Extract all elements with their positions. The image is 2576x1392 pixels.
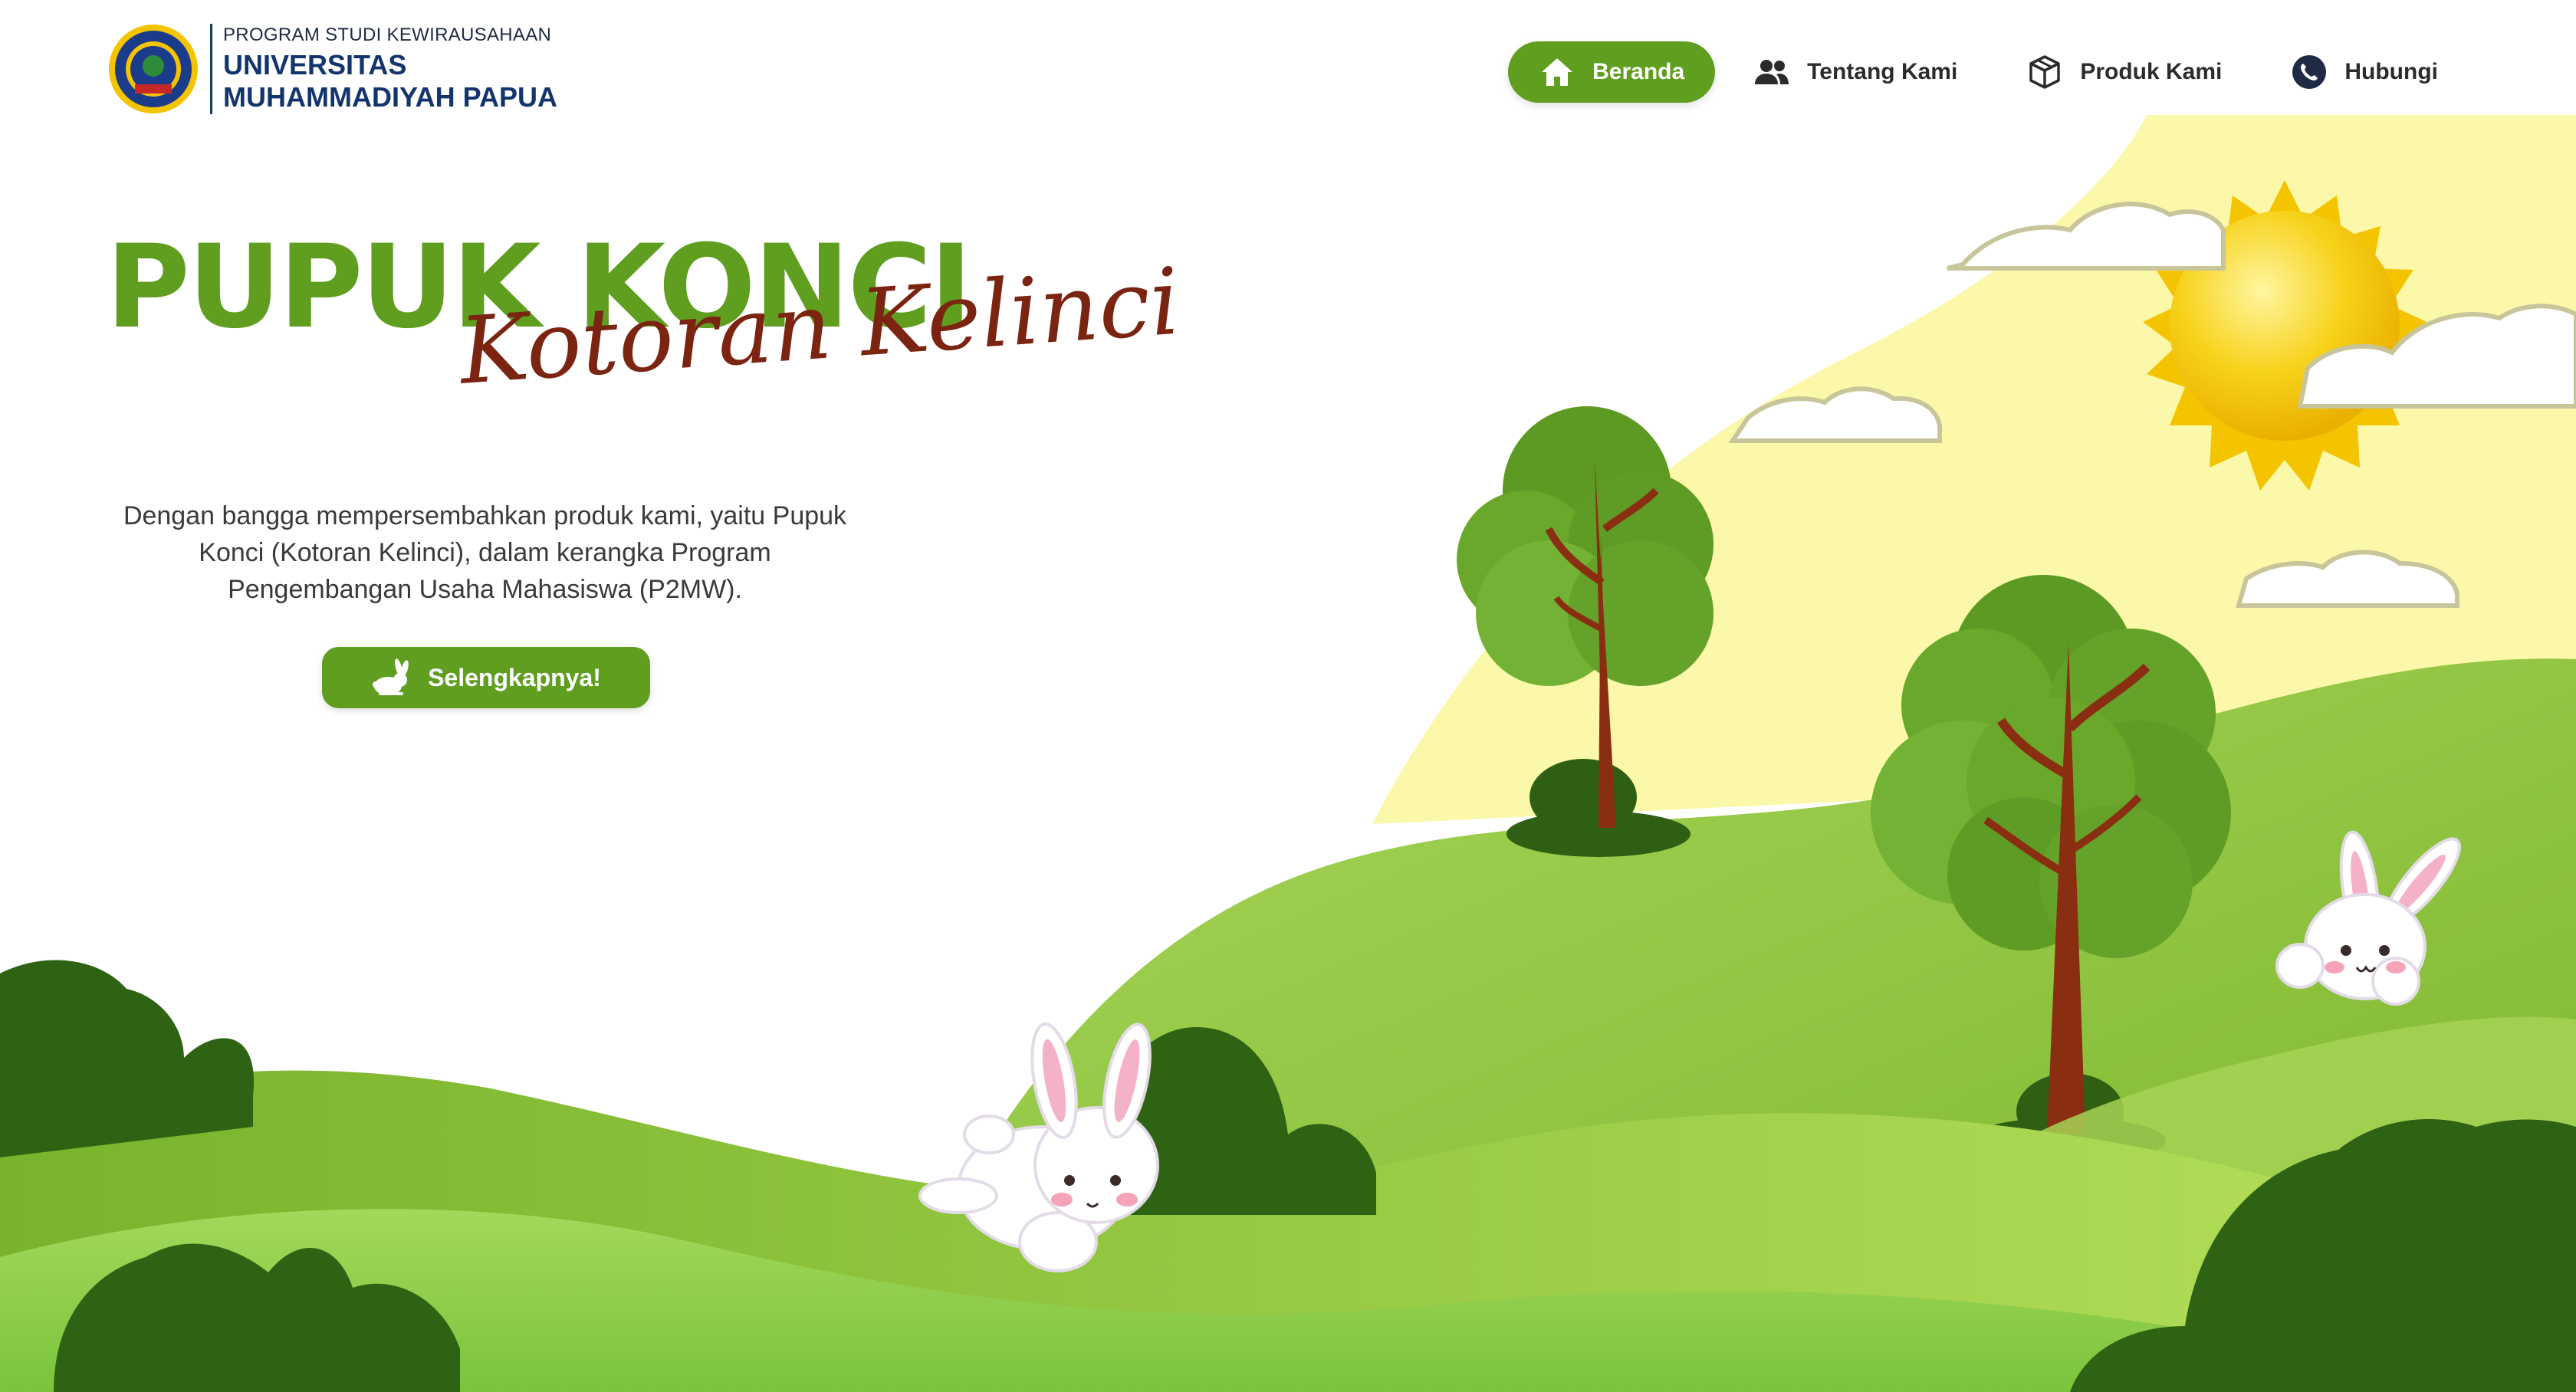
selengkapnya-button[interactable]: Selengkapnya! [322, 647, 650, 708]
bush-icon [0, 960, 255, 1157]
nav-item-hubungi[interactable]: Hubungi [2260, 41, 2469, 103]
program-label: PROGRAM STUDI KEWIRAUSAHAAN [223, 25, 552, 45]
nav-label-tentang-kami: Tentang Kami [1807, 59, 1958, 84]
university-name-line-2: MUHAMMADIYAH PAPUA [223, 81, 558, 113]
brand[interactable]: PROGRAM STUDI KEWIRAUSAHAAN UNIVERSITAS … [107, 23, 557, 115]
nav-label-beranda: Beranda [1592, 59, 1685, 84]
nav-label-hubungi: Hubungi [2344, 59, 2438, 84]
nav-item-beranda[interactable]: Beranda [1508, 41, 1716, 103]
university-name-line-1: UNIVERSITAS [223, 49, 407, 80]
selengkapnya-label: Selengkapnya! [428, 663, 601, 691]
users-icon [1755, 60, 1789, 84]
brand-divider [210, 24, 212, 114]
home-icon [1542, 58, 1573, 86]
university-seal-icon [109, 25, 198, 113]
page: PROGRAM STUDI KEWIRAUSAHAAN UNIVERSITAS … [0, 0, 2576, 1392]
phone-icon [2292, 55, 2327, 89]
nav-item-tentang-kami[interactable]: Tentang Kami [1723, 41, 1988, 103]
rabbit-icon [373, 658, 409, 695]
brand-text: PROGRAM STUDI KEWIRAUSAHAAN UNIVERSITAS … [223, 25, 557, 113]
nav-item-produk-kami[interactable]: Produk Kami [1996, 41, 2252, 103]
nav-label-produk-kami: Produk Kami [2080, 59, 2223, 84]
main-nav: Beranda Tentang Kami Produk Kami Hubungi [1500, 41, 2469, 103]
hero-description: Dengan bangga mempersembahkan produk kam… [123, 501, 847, 604]
box-icon [2029, 55, 2061, 89]
